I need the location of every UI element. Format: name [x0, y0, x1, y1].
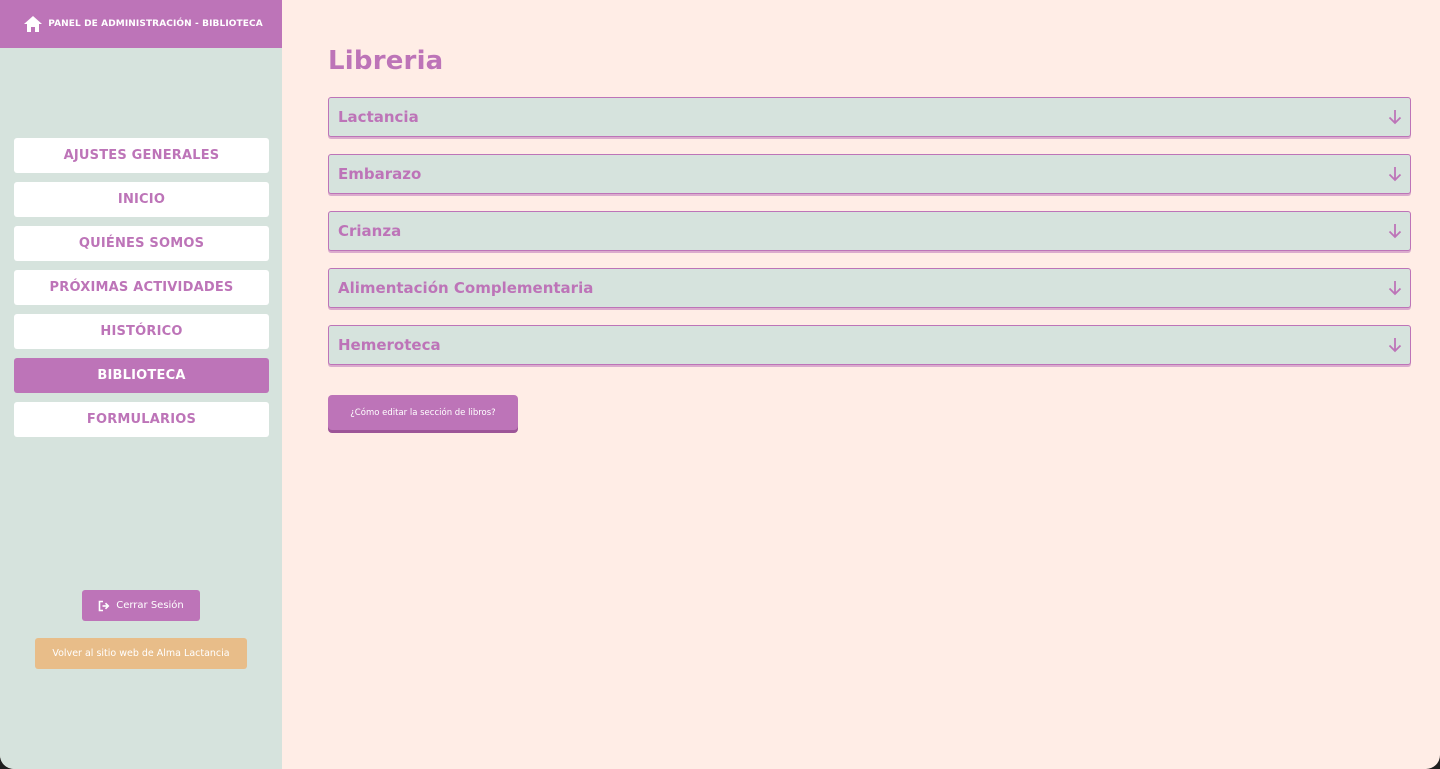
section-label: Crianza	[338, 222, 402, 240]
nav-item-quienes-somos[interactable]: QUIÉNES SOMOS	[14, 226, 269, 261]
arrow-down-icon	[1388, 280, 1402, 296]
sidebar-header: PANEL DE ADMINISTRACIÓN - BIBLIOTECA	[0, 0, 282, 48]
section-label: Embarazo	[338, 165, 422, 183]
panel-title: PANEL DE ADMINISTRACIÓN - BIBLIOTECA	[48, 19, 263, 29]
section-label: Lactancia	[338, 108, 419, 126]
arrow-down-icon	[1388, 109, 1402, 125]
app-window: PANEL DE ADMINISTRACIÓN - BIBLIOTECA AJU…	[0, 0, 1440, 769]
main-content: Libreria Lactancia Embarazo Crianza Alim…	[282, 0, 1440, 769]
help-edit-books-button[interactable]: ¿Cómo editar la sección de libros?	[328, 395, 518, 430]
section-label: Alimentación Complementaria	[338, 279, 594, 297]
arrow-down-icon	[1388, 223, 1402, 239]
section-crianza[interactable]: Crianza	[328, 211, 1411, 251]
arrow-down-icon	[1388, 166, 1402, 182]
sidebar: PANEL DE ADMINISTRACIÓN - BIBLIOTECA AJU…	[0, 0, 282, 769]
section-alimentacion-complementaria[interactable]: Alimentación Complementaria	[328, 268, 1411, 308]
logout-label: Cerrar Sesión	[116, 600, 184, 611]
nav-item-inicio[interactable]: INICIO	[14, 182, 269, 217]
section-label: Hemeroteca	[338, 336, 441, 354]
nav-item-historico[interactable]: HISTÓRICO	[14, 314, 269, 349]
nav-item-proximas-actividades[interactable]: PRÓXIMAS ACTIVIDADES	[14, 270, 269, 305]
nav-item-ajustes-generales[interactable]: AJUSTES GENERALES	[14, 138, 269, 173]
section-embarazo[interactable]: Embarazo	[328, 154, 1411, 194]
back-to-site-button[interactable]: Volver al sitio web de Alma Lactancia	[35, 638, 247, 669]
logout-button[interactable]: Cerrar Sesión	[82, 590, 200, 621]
section-lactancia[interactable]: Lactancia	[328, 97, 1411, 137]
section-hemeroteca[interactable]: Hemeroteca	[328, 325, 1411, 365]
page-title: Libreria	[328, 46, 444, 76]
arrow-down-icon	[1388, 337, 1402, 353]
nav-item-biblioteca[interactable]: BIBLIOTECA	[14, 358, 269, 393]
sign-out-icon	[98, 600, 110, 612]
home-icon[interactable]	[23, 15, 43, 33]
sidebar-nav: AJUSTES GENERALES INICIO QUIÉNES SOMOS P…	[14, 138, 269, 446]
nav-item-formularios[interactable]: FORMULARIOS	[14, 402, 269, 437]
